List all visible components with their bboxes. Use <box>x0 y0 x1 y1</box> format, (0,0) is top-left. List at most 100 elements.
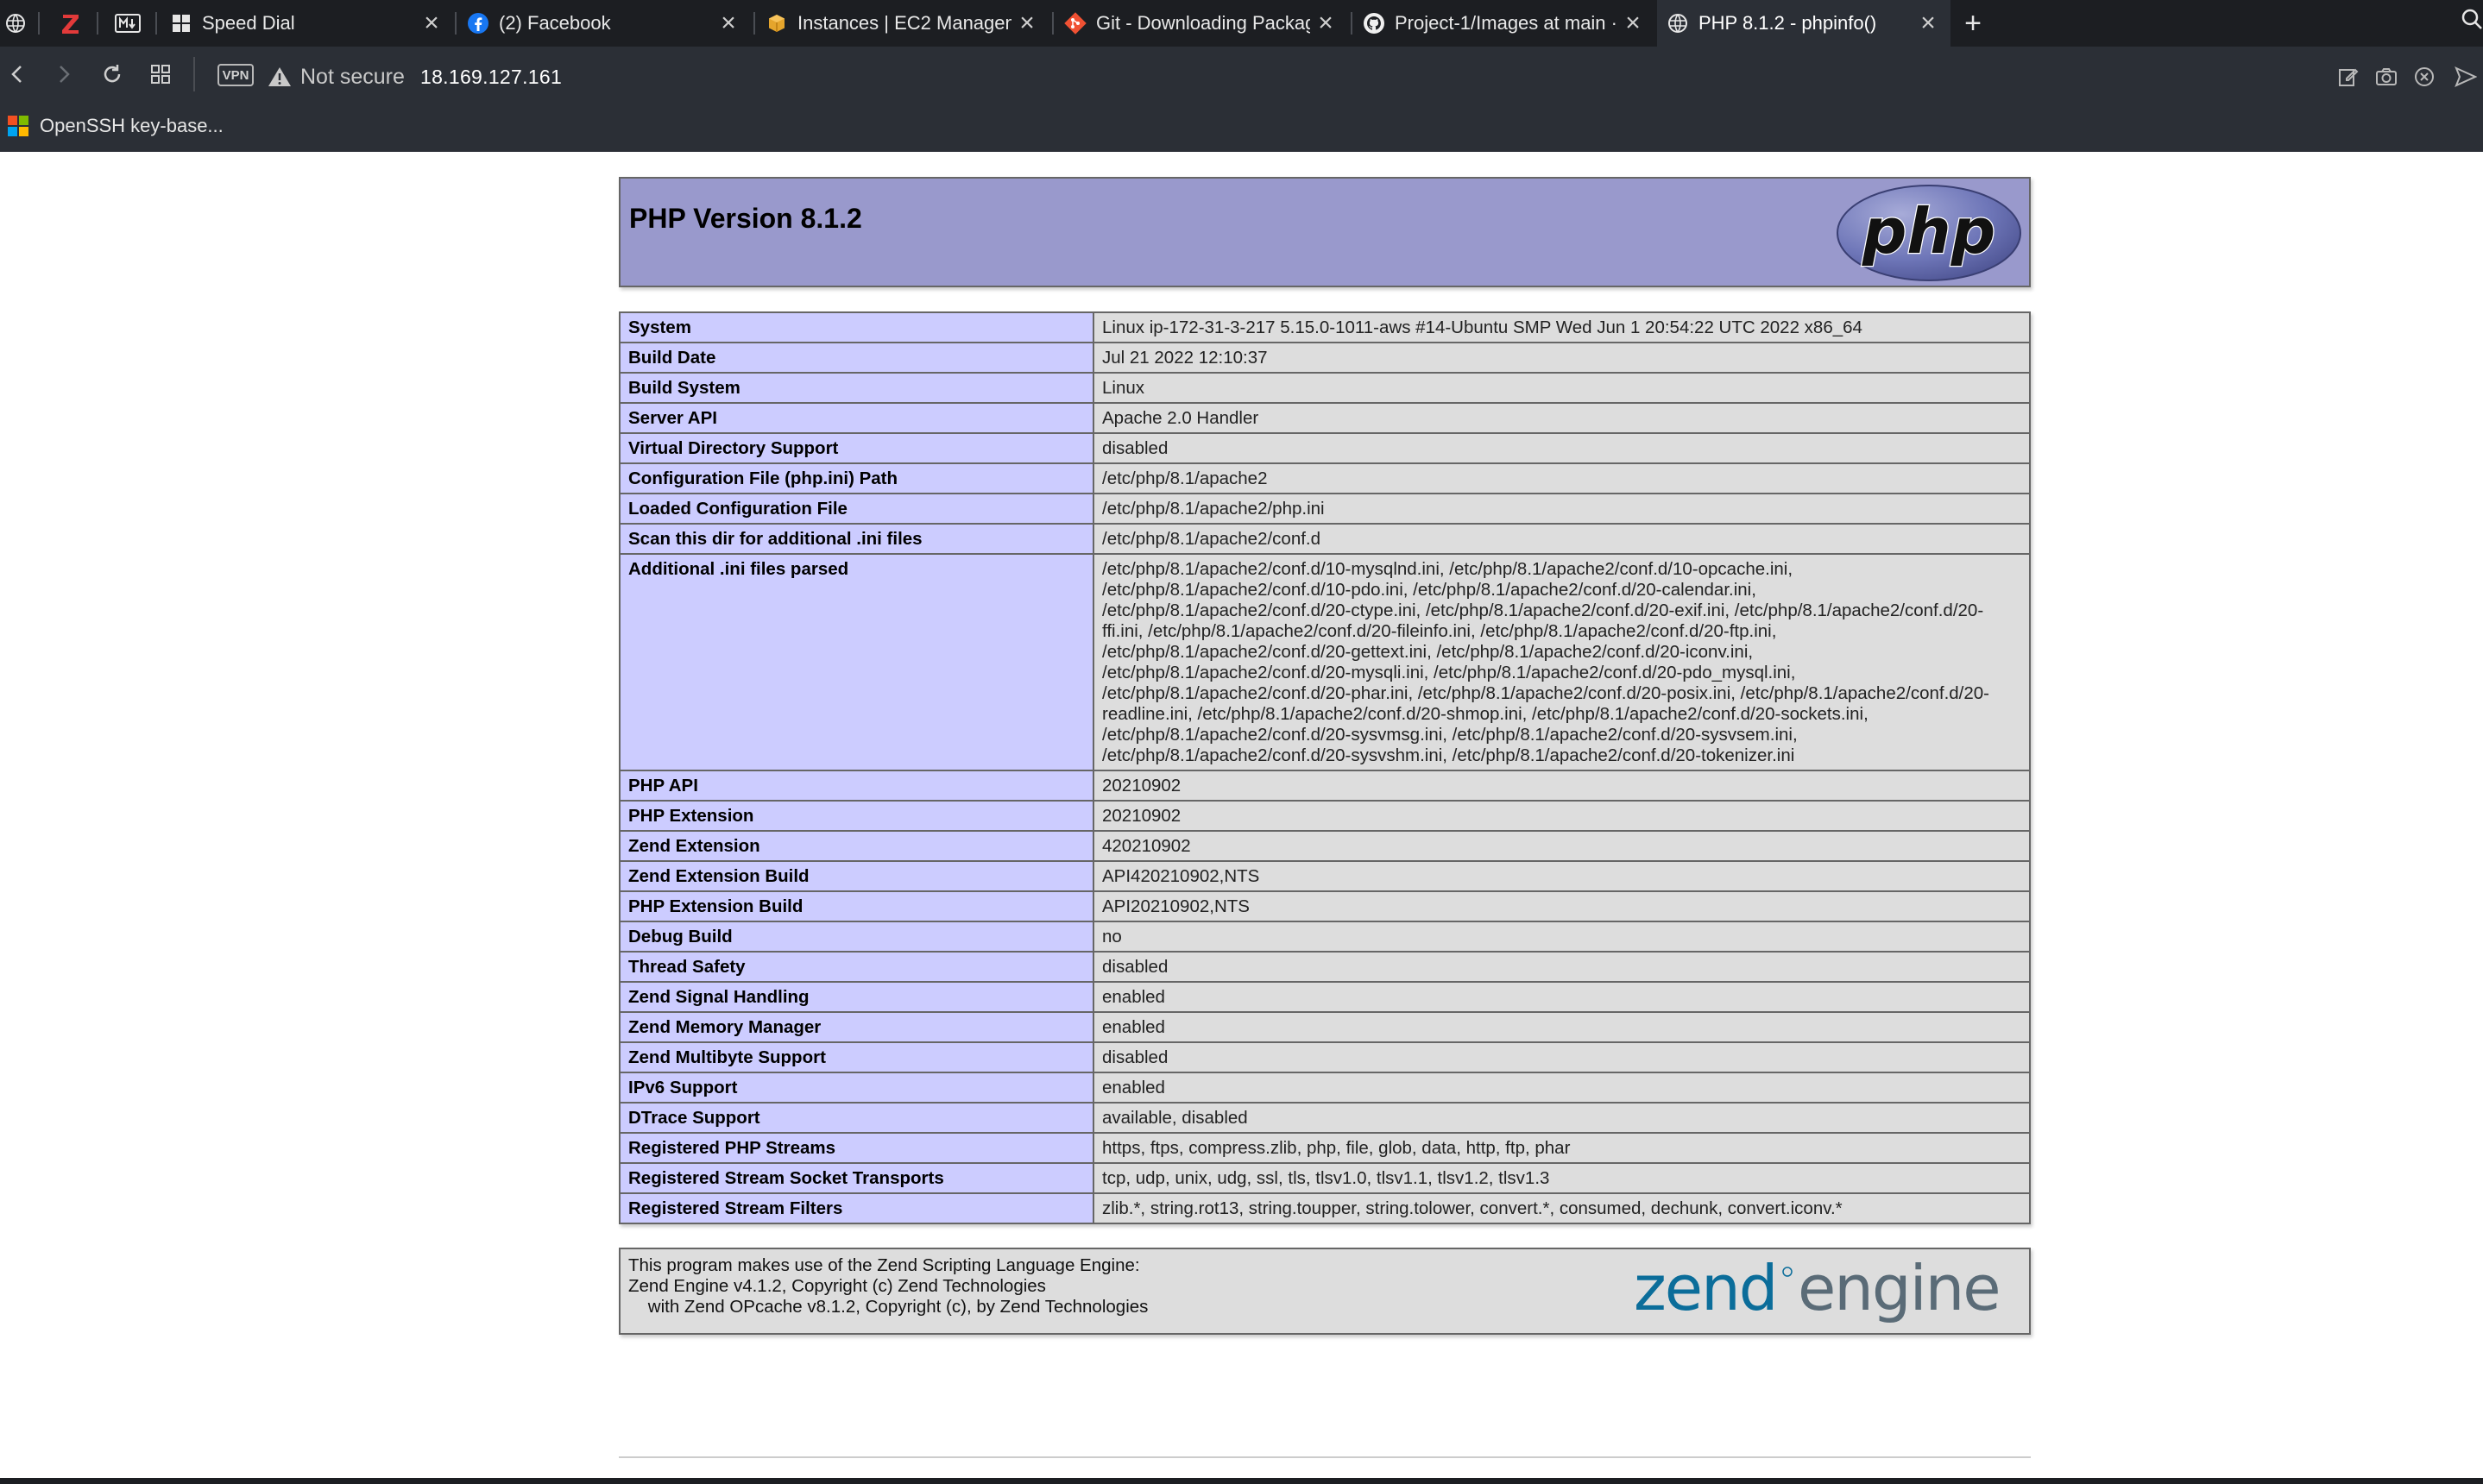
reload-button[interactable] <box>95 57 129 91</box>
close-tab-icon[interactable]: × <box>416 8 447 39</box>
info-value: API20210902,NTS <box>1093 890 2031 922</box>
info-value: enabled <box>1093 981 2031 1013</box>
back-button[interactable] <box>0 57 35 91</box>
info-key: Loaded Configuration File <box>619 493 1094 525</box>
info-value: no <box>1093 921 2031 953</box>
close-tab-icon[interactable]: × <box>1617 8 1648 39</box>
zend-engine-box: This program makes use of the Zend Scrip… <box>619 1248 2031 1335</box>
zend-engine-logo[interactable]: zend engine <box>1634 1258 2022 1327</box>
info-value: Jul 21 2022 12:10:37 <box>1093 342 2031 374</box>
info-value: 20210902 <box>1093 770 2031 802</box>
tab-github[interactable]: Project-1/Images at main · × <box>1353 0 1655 47</box>
info-key: Thread Safety <box>619 951 1094 983</box>
page-title: PHP Version 8.1.2 <box>629 203 862 234</box>
pinned-tab-globe[interactable] <box>2 0 29 47</box>
info-key: DTrace Support <box>619 1102 1094 1134</box>
info-row: Debug Build no <box>619 921 2031 953</box>
info-row: Build Date Jul 21 2022 12:10:37 <box>619 342 2031 374</box>
zend-line: with Zend OPcache v8.1.2, Copyright (c),… <box>628 1297 1149 1317</box>
vpn-badge[interactable]: VPN <box>217 64 254 86</box>
bookmark-openssh[interactable]: OpenSSH key-base... <box>7 115 224 137</box>
info-row: Additional .ini files parsed/etc/php/8.1… <box>619 553 2031 771</box>
bookmark-label: OpenSSH key-base... <box>40 115 224 136</box>
info-row: IPv6 Support enabled <box>619 1072 2031 1104</box>
close-tab-icon[interactable]: × <box>1011 8 1043 39</box>
info-key: Build System <box>619 372 1094 404</box>
info-row: Registered Stream Filters zlib.*, string.… <box>619 1192 2031 1224</box>
info-key: Additional .ini files parsed <box>619 553 1094 771</box>
ini-file-line: /etc/php/8.1/apache2/conf.d/20-mysqli.in… <box>1102 663 1796 682</box>
tab-git[interactable]: Git - Downloading Package × <box>1055 0 1348 47</box>
pinned-tab-markdown[interactable] <box>110 0 145 47</box>
close-tab-icon[interactable]: × <box>713 8 744 39</box>
info-row: System Linux ip-172-31-3-217 5.15.0-1011-… <box>619 311 2031 343</box>
info-value: /etc/php/8.1/apache2/conf.d/10-mysqlnd.i… <box>1093 553 2031 771</box>
tab-phpinfo[interactable]: PHP 8.1.2 - phpinfo() × <box>1657 0 1950 47</box>
info-row: PHP Extension Build API20210902,NTS <box>619 890 2031 922</box>
info-key: Zend Memory Manager <box>619 1011 1094 1043</box>
info-value: Linux <box>1093 372 2031 404</box>
page-divider <box>619 1456 2031 1458</box>
edit-icon[interactable] <box>2332 60 2365 93</box>
info-key: Registered PHP Streams <box>619 1132 1094 1164</box>
info-row: Thread Safety disabled <box>619 951 2031 983</box>
info-value: disabled <box>1093 432 2031 464</box>
info-value: disabled <box>1093 951 2031 983</box>
globe-icon <box>6 14 25 33</box>
tab-facebook[interactable]: (2) Facebook × <box>457 0 751 47</box>
tab-title: Speed Dial <box>202 12 295 34</box>
ini-file-line: /etc/php/8.1/apache2/conf.d/20-ctype.ini… <box>1102 601 1984 620</box>
pinned-tab-z[interactable] <box>55 0 86 47</box>
engine-logo-word: engine <box>1798 1258 2000 1324</box>
info-key: Registered Stream Socket Transports <box>619 1162 1094 1194</box>
markdown-icon <box>115 14 141 33</box>
camera-icon[interactable] <box>2370 60 2403 93</box>
tab-strip: Speed Dial × (2) Facebook × Instances | … <box>0 0 2483 47</box>
ini-file-line: readline.ini, /etc/php/8.1/apache2/conf.… <box>1102 704 1869 724</box>
tiles-button[interactable] <box>143 57 178 91</box>
info-key: PHP Extension Build <box>619 890 1094 922</box>
new-tab-button[interactable]: + <box>1957 0 1988 47</box>
info-row: Configuration File (php.ini) Path/etc/ph… <box>619 462 2031 494</box>
info-key: Zend Signal Handling <box>619 981 1094 1013</box>
ini-file-line: /etc/php/8.1/apache2/conf.d/20-sysvmsg.i… <box>1102 725 1798 745</box>
info-value: /etc/php/8.1/apache2 <box>1093 462 2031 494</box>
forward-button[interactable] <box>47 57 81 91</box>
browser-chrome: Speed Dial × (2) Facebook × Instances | … <box>0 0 2483 152</box>
tab-title: Project-1/Images at main · <box>1395 12 1617 34</box>
php-logo[interactable]: php <box>1836 184 2022 282</box>
info-key: Registered Stream Filters <box>619 1192 1094 1224</box>
info-row: Zend Extension 420210902 <box>619 830 2031 862</box>
security-indicator[interactable]: Not secure <box>268 62 405 91</box>
tab-title: PHP 8.1.2 - phpinfo() <box>1698 12 1877 34</box>
info-value: API420210902,NTS <box>1093 860 2031 892</box>
send-icon[interactable] <box>2449 60 2482 93</box>
tab-search-icon[interactable] <box>2460 7 2483 36</box>
info-value: /etc/php/8.1/apache2/php.ini <box>1093 493 2031 525</box>
git-icon <box>1063 11 1087 35</box>
info-key: PHP API <box>619 770 1094 802</box>
info-value: Apache 2.0 Handler <box>1093 402 2031 434</box>
aws-icon <box>765 11 789 35</box>
info-value: zlib.*, string.rot13, string.toupper, st… <box>1093 1192 2031 1224</box>
info-value: 20210902 <box>1093 800 2031 832</box>
speed-dial-icon <box>169 11 193 35</box>
info-row: Registered PHP Streams https, ftps, compr… <box>619 1132 2031 1164</box>
tab-ec2[interactable]: Instances | EC2 Manageme × <box>756 0 1049 47</box>
info-value: enabled <box>1093 1011 2031 1043</box>
info-row: Zend Extension Build API420210902,NTS <box>619 860 2031 892</box>
info-row: PHP Extension 20210902 <box>619 800 2031 832</box>
address-bar[interactable]: 18.169.127.161 <box>420 62 562 91</box>
bookmarks-bar: OpenSSH key-base... <box>0 107 224 145</box>
info-key: Debug Build <box>619 921 1094 953</box>
ini-file-line: /etc/php/8.1/apache2/conf.d/10-pdo.ini, … <box>1102 580 1756 600</box>
close-tab-icon[interactable]: × <box>1310 8 1341 39</box>
info-key: Zend Extension Build <box>619 860 1094 892</box>
page-content: PHP Version 8.1.2 php System Linux ip-172… <box>0 152 2483 1484</box>
adblock-icon[interactable] <box>2408 60 2441 93</box>
info-key: Zend Multibyte Support <box>619 1041 1094 1073</box>
close-tab-icon[interactable]: × <box>1913 8 1944 39</box>
ini-file-line: /etc/php/8.1/apache2/conf.d/20-phar.ini,… <box>1102 683 1990 703</box>
tab-speed-dial[interactable]: Speed Dial × <box>161 0 454 47</box>
php-version-header: PHP Version 8.1.2 php <box>619 177 2031 287</box>
